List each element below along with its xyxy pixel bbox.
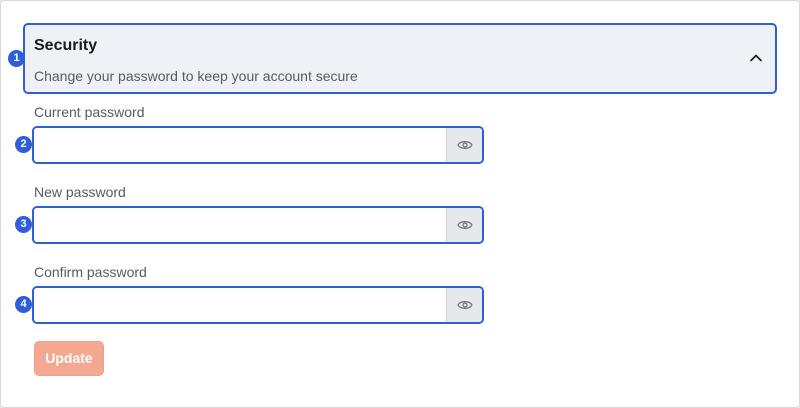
update-button[interactable]: Update xyxy=(34,341,104,376)
security-card: Security Change your password to keep yo… xyxy=(0,0,800,408)
confirm-password-label: Confirm password xyxy=(34,264,147,280)
section-title: Security xyxy=(34,37,98,54)
confirm-password-input[interactable] xyxy=(34,288,446,322)
new-password-field xyxy=(32,206,484,244)
current-password-label: Current password xyxy=(34,104,145,120)
security-section-header[interactable]: Security Change your password to keep yo… xyxy=(23,23,777,94)
new-password-label: New password xyxy=(34,184,126,200)
toggle-confirm-password-visibility[interactable] xyxy=(446,288,482,322)
eye-icon xyxy=(456,141,473,149)
current-password-input[interactable] xyxy=(34,128,446,162)
new-password-input[interactable] xyxy=(34,208,446,242)
eye-icon xyxy=(456,301,473,309)
eye-icon xyxy=(456,221,473,229)
marker-badge: 1 xyxy=(8,50,25,67)
confirm-password-field xyxy=(32,286,484,324)
chevron-up-icon[interactable] xyxy=(749,51,763,65)
marker-badge: 4 xyxy=(15,296,32,313)
marker-badge: 3 xyxy=(15,216,32,233)
section-subtitle: Change your password to keep your accoun… xyxy=(34,68,358,84)
current-password-field xyxy=(32,126,484,164)
toggle-new-password-visibility[interactable] xyxy=(446,208,482,242)
marker-badge: 2 xyxy=(15,136,32,153)
toggle-current-password-visibility[interactable] xyxy=(446,128,482,162)
